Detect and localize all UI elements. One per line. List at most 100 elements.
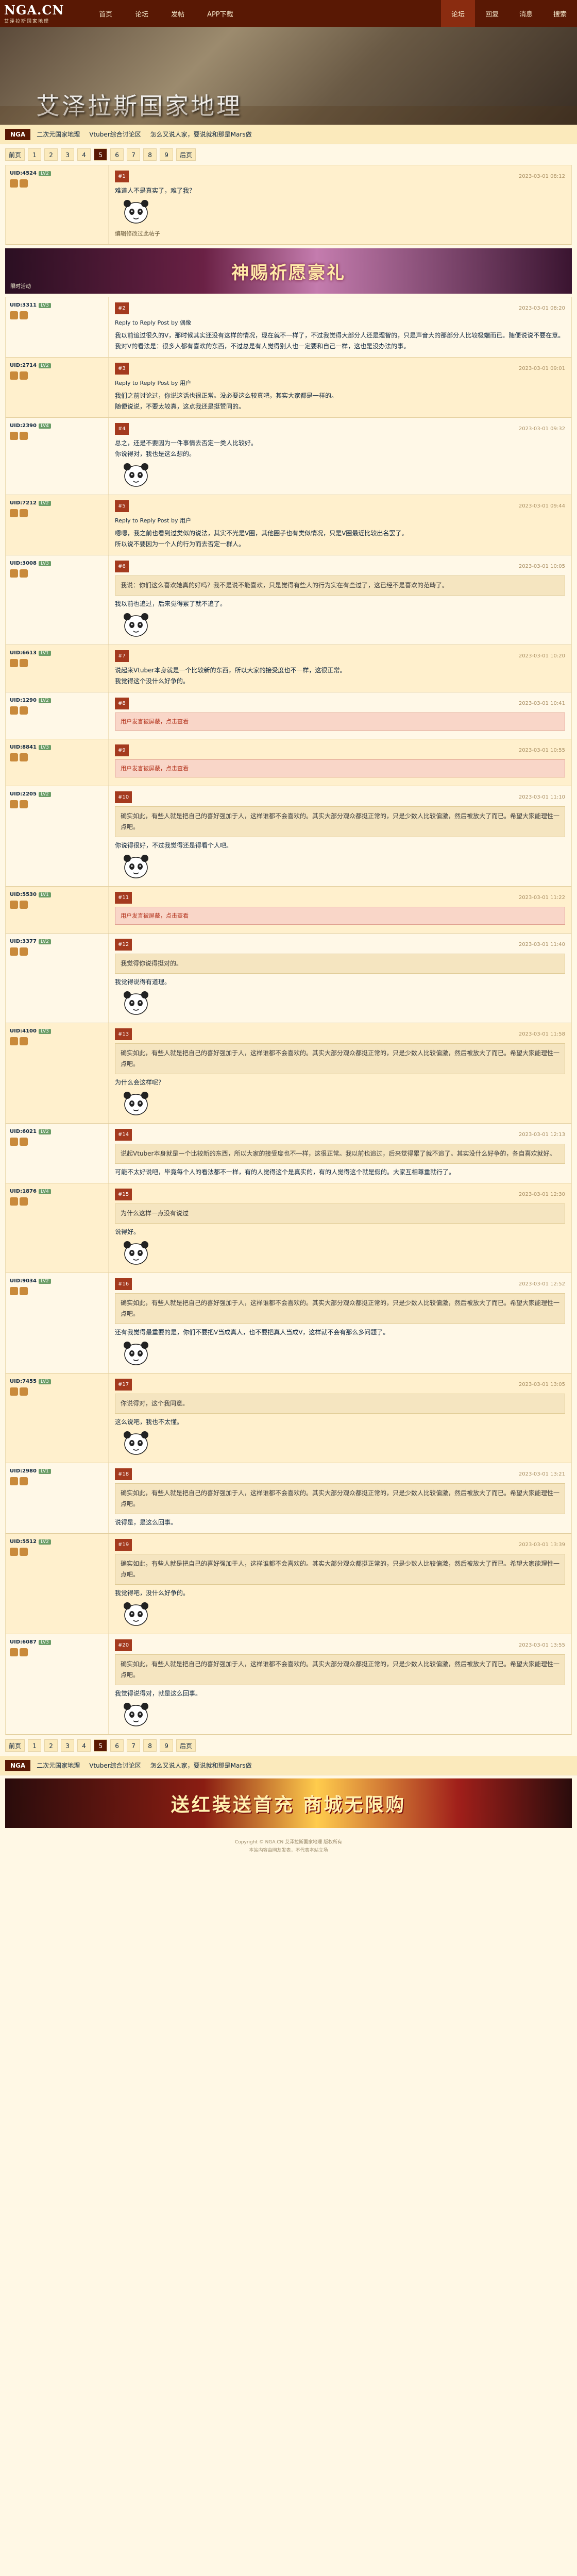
nav-right-reply[interactable]: 回复 (475, 0, 509, 27)
badges (10, 1648, 104, 1656)
pager-item[interactable]: 8 (143, 148, 157, 161)
pager-item[interactable]: 1 (28, 148, 42, 161)
breadcrumb-item[interactable]: 怎么又说人家，要说就和那是Mars做 (150, 130, 252, 139)
nav-forum[interactable]: 论坛 (124, 0, 160, 27)
nav-app[interactable]: APP下载 (196, 0, 245, 27)
breadcrumb-item[interactable]: Vtuber综合讨论区 (89, 130, 141, 139)
post-time: 2023-03-01 10:41 (518, 701, 565, 706)
breadcrumb-item[interactable]: 二次元国家地理 (37, 1761, 80, 1770)
user-name[interactable]: UID:7455 (10, 1379, 37, 1384)
quote-block: 为什么这样一点没有说过 (115, 1204, 565, 1224)
pager-item[interactable]: 8 (143, 1739, 157, 1752)
breadcrumb-item[interactable]: Vtuber综合讨论区 (89, 1761, 141, 1770)
pager-item[interactable]: 5 (94, 148, 108, 161)
floor-number[interactable]: #10 (115, 791, 132, 803)
pager-item[interactable]: 3 (61, 1739, 75, 1752)
pager-item[interactable]: 9 (160, 1739, 174, 1752)
floor-number[interactable]: #11 (115, 892, 132, 904)
floor-number[interactable]: #1 (115, 171, 129, 182)
ad-banner-bottom[interactable]: 送红装送首充 商城无限购 (5, 1778, 572, 1828)
user-name[interactable]: UID:9034 (10, 1278, 37, 1284)
site-logo[interactable]: NGA.CN 艾泽拉斯国家地理 (0, 0, 77, 27)
user-name[interactable]: UID:6613 (10, 650, 37, 656)
medal-icon (20, 947, 28, 956)
pager-item[interactable]: 2 (44, 1739, 58, 1752)
badges (10, 947, 104, 956)
pager-item[interactable]: 7 (127, 1739, 141, 1752)
user-name[interactable]: UID:5530 (10, 892, 37, 897)
pager-item[interactable]: 1 (28, 1739, 42, 1752)
pager-item[interactable]: 前页 (5, 148, 25, 161)
breadcrumb-current[interactable]: NGA (5, 1759, 31, 1771)
floor-number[interactable]: #13 (115, 1028, 132, 1040)
floor-number[interactable]: #2 (115, 302, 129, 314)
user-name[interactable]: UID:3008 (10, 561, 37, 566)
nav-right-search[interactable]: 搜索 (543, 0, 577, 27)
floor-number[interactable]: #20 (115, 1639, 132, 1651)
floor-number[interactable]: #3 (115, 363, 129, 375)
quote-block: 确实如此，有些人就是把自己的喜好强加于人，这样谁都不会喜欢的。其实大部分观众都挺… (115, 806, 565, 837)
pager-item[interactable]: 4 (77, 148, 91, 161)
pager-item[interactable]: 后页 (176, 1739, 196, 1752)
pager-item[interactable]: 前页 (5, 1739, 25, 1752)
floor-number[interactable]: #8 (115, 698, 129, 709)
pager-item[interactable]: 3 (61, 148, 75, 161)
pager-item[interactable]: 5 (94, 1739, 108, 1752)
nav-post[interactable]: 发帖 (160, 0, 196, 27)
floor-number[interactable]: #19 (115, 1539, 132, 1551)
user-name[interactable]: UID:2205 (10, 791, 37, 797)
pager-item[interactable]: 4 (77, 1739, 91, 1752)
user-name[interactable]: UID:1290 (10, 698, 37, 703)
quote-text: 我觉得你说得挺对的。 (121, 960, 183, 967)
post-text: 你说得很好，不过我觉得还是得看个人吧。 (115, 842, 233, 849)
floor-number[interactable]: #6 (115, 561, 129, 572)
user-name[interactable]: UID:3377 (10, 939, 37, 944)
floor-number[interactable]: #12 (115, 939, 132, 951)
post-time: 2023-03-01 10:20 (518, 653, 565, 659)
floor-number[interactable]: #16 (115, 1278, 132, 1290)
user-name[interactable]: UID:4100 (10, 1028, 37, 1034)
nav-right-forum[interactable]: 论坛 (440, 0, 475, 27)
floor-number[interactable]: #9 (115, 744, 129, 756)
reply-ref[interactable]: Reply to Reply Post by 用户 (115, 378, 191, 388)
breadcrumb-item[interactable]: 二次元国家地理 (37, 130, 80, 139)
floor-number[interactable]: #7 (115, 650, 129, 662)
floor-number[interactable]: #15 (115, 1189, 132, 1200)
breadcrumb-item[interactable]: 怎么又说人家，要说就和那是Mars做 (150, 1761, 252, 1770)
user-sidebar: UID:7455 LV3 (6, 1374, 109, 1463)
medal-icon (20, 1548, 28, 1556)
post: UID:6087 LV3 #20 2023-03-01 13:55 确实如此，有些人就是… (6, 1634, 571, 1735)
user-name[interactable]: UID:4524 (10, 171, 37, 176)
user-name[interactable]: UID:2390 (10, 423, 37, 429)
pager-item[interactable]: 6 (110, 148, 124, 161)
user-name[interactable]: UID:1876 (10, 1189, 37, 1194)
floor-number[interactable]: #14 (115, 1129, 132, 1141)
floor-number[interactable]: #4 (115, 423, 129, 435)
breadcrumb-current[interactable]: NGA (5, 128, 31, 140)
pager-item[interactable]: 2 (44, 148, 58, 161)
pager-item[interactable]: 后页 (176, 148, 196, 161)
ad-banner[interactable]: 神赐祈愿豪礼 限时活动 (5, 248, 572, 294)
user-name[interactable]: UID:5512 (10, 1539, 37, 1545)
user-name[interactable]: UID:6021 (10, 1129, 37, 1134)
pager-item[interactable]: 7 (127, 148, 141, 161)
nav-home[interactable]: 首页 (88, 0, 124, 27)
user-name[interactable]: UID:7212 (10, 500, 37, 506)
user-name[interactable]: UID:2714 (10, 363, 37, 368)
reply-ref[interactable]: Reply to Reply Post by 偶像 (115, 317, 191, 328)
nav-right-message[interactable]: 消息 (509, 0, 543, 27)
blocked-notice[interactable]: 用户发言被屏蔽，点击查看 (115, 759, 565, 777)
user-name[interactable]: UID:3311 (10, 302, 37, 308)
floor-number[interactable]: #17 (115, 1379, 132, 1391)
post-time: 2023-03-01 10:55 (518, 748, 565, 753)
floor-number[interactable]: #5 (115, 500, 129, 512)
user-name[interactable]: UID:2980 (10, 1468, 37, 1474)
user-name[interactable]: UID:6087 (10, 1639, 37, 1645)
floor-number[interactable]: #18 (115, 1468, 132, 1480)
blocked-notice[interactable]: 用户发言被屏蔽，点击查看 (115, 713, 565, 731)
pager-item[interactable]: 9 (160, 148, 174, 161)
reply-ref[interactable]: Reply to Reply Post by 用户 (115, 515, 191, 526)
pager-item[interactable]: 6 (110, 1739, 124, 1752)
user-name[interactable]: UID:8841 (10, 744, 37, 750)
blocked-notice[interactable]: 用户发言被屏蔽，点击查看 (115, 907, 565, 925)
